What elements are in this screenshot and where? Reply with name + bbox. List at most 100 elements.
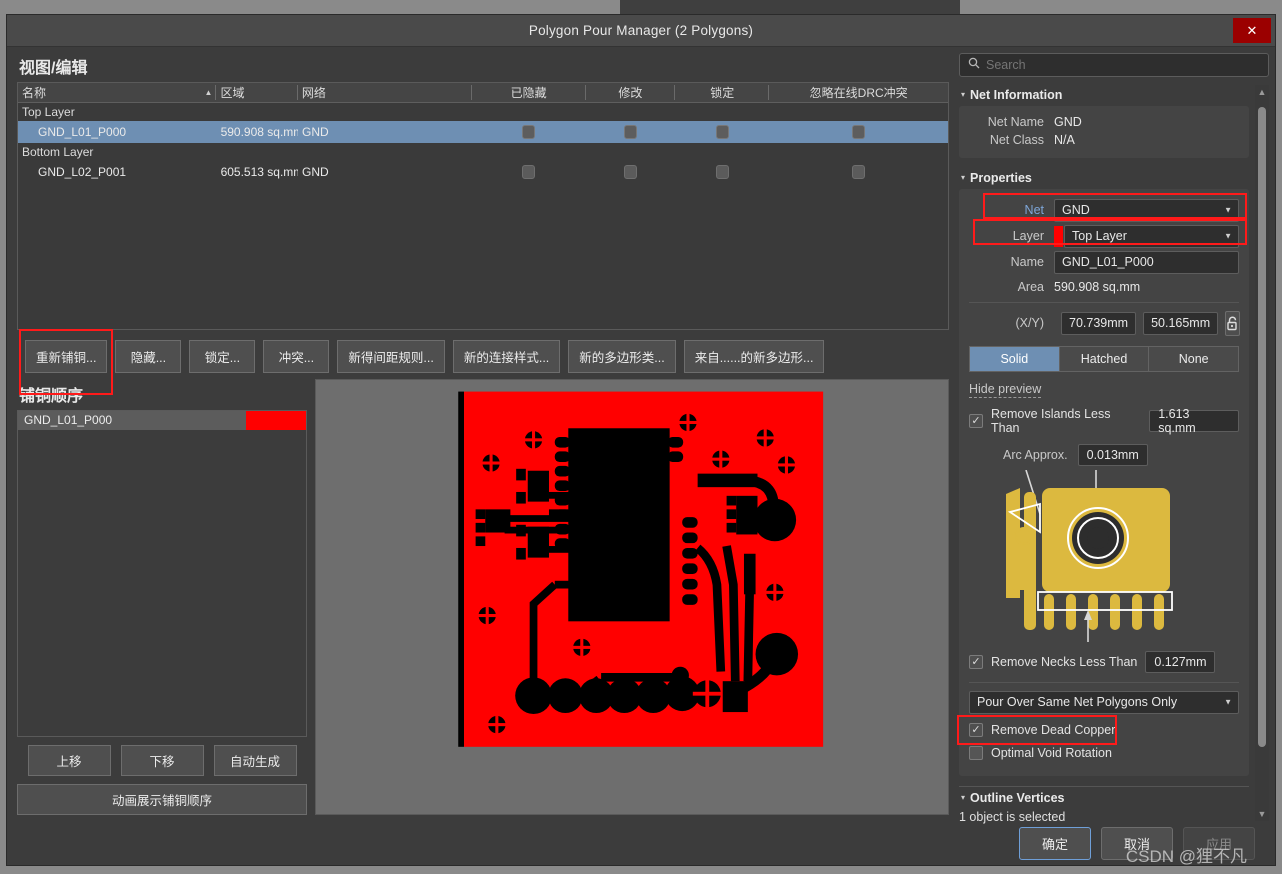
net-field-label: Net — [1024, 203, 1044, 218]
ok-button[interactable]: 确定 — [1019, 826, 1091, 860]
fill-mode-hatched[interactable]: Hatched — [1059, 345, 1150, 372]
fill-mode-segmented-control: Solid Hatched None — [969, 345, 1240, 372]
animate-pour-order-button[interactable]: 动画展示铺铜顺序 — [17, 784, 307, 815]
pour-order-list[interactable]: GND_L01_P000 — [17, 409, 307, 737]
row-net: GND — [301, 165, 329, 179]
name-input[interactable]: GND_L01_P000 — [1054, 250, 1239, 274]
properties-title: Properties — [970, 170, 1032, 185]
search-input[interactable] — [986, 57, 1260, 72]
net-information-header[interactable]: ▾ Net Information — [959, 85, 1249, 106]
dialog-title: Polygon Pour Manager (2 Polygons) — [528, 23, 754, 38]
row-locked-checkbox[interactable] — [715, 125, 729, 140]
row-modified-checkbox[interactable] — [623, 165, 637, 180]
remove-islands-row: ✓ Remove Islands Less Than 1.613 sq.mm — [969, 407, 1239, 435]
cancel-button[interactable]: 取消 — [1101, 826, 1173, 860]
net-dropdown[interactable]: GND ▼ — [1054, 198, 1239, 222]
list-item[interactable]: GND_L01_P000 — [18, 410, 306, 430]
column-header-modified[interactable]: 修改 — [584, 83, 675, 102]
table-row[interactable]: GND_L02_P001 605.513 sq.mm GND — [18, 161, 948, 183]
column-header-net[interactable]: 网络 — [296, 83, 472, 102]
search-icon — [968, 57, 980, 72]
row-modified-checkbox[interactable] — [623, 125, 637, 140]
fill-mode-none[interactable]: None — [1149, 345, 1240, 372]
new-polygon-class-button[interactable]: 新的多边形类... — [568, 339, 676, 373]
fill-mode-solid[interactable]: Solid — [969, 345, 1060, 372]
divider — [969, 681, 1239, 683]
dialog-body: 视图/编辑 名称 ▲ 区域 网络 已隐藏 修改 锁定 忽略在线DRC冲突 Top — [7, 47, 1275, 824]
net-information-card: Net Name GND Net Class N/A — [959, 105, 1249, 158]
right-panel-scroll-area: ▾ Net Information Net Name GND Net Class… — [957, 84, 1269, 824]
pcb-preview-pane[interactable] — [315, 378, 949, 815]
row-ignore-drc-checkbox[interactable] — [852, 125, 866, 140]
table-group-bottom-layer: Bottom Layer — [22, 145, 94, 159]
right-panel-content: ▾ Net Information Net Name GND Net Class… — [957, 85, 1253, 824]
row-name: GND_L01_P000 — [38, 125, 127, 139]
conflict-button[interactable]: 冲突... — [263, 339, 330, 373]
left-column: 视图/编辑 名称 ▲ 区域 网络 已隐藏 修改 锁定 忽略在线DRC冲突 Top — [7, 47, 955, 821]
x-coordinate-input[interactable]: 70.739mm — [1061, 311, 1137, 335]
properties-header[interactable]: ▾ Properties — [959, 168, 1249, 189]
net-name-value: GND — [1054, 114, 1082, 129]
arc-approx-input[interactable]: 0.013mm — [1077, 443, 1148, 466]
scroll-up-arrow[interactable]: ▲ — [1255, 85, 1269, 99]
repour-button-highlight: 重新铺铜... — [18, 328, 114, 395]
right-panel-scrollbar[interactable]: ▲ ▼ — [1255, 84, 1269, 821]
layer-dropdown[interactable]: Top Layer ▼ — [1064, 224, 1239, 248]
move-down-button[interactable]: 下移 — [120, 745, 204, 776]
area-row: Area 590.908 sq.mm — [969, 280, 1239, 294]
scrollbar-thumb[interactable] — [1258, 106, 1266, 747]
search-field-wrapper[interactable] — [959, 53, 1269, 77]
auto-generate-button[interactable]: 自动生成 — [213, 745, 297, 776]
column-header-locked[interactable]: 锁定 — [674, 83, 769, 102]
net-name-row: Net Name GND — [969, 115, 1239, 129]
close-icon: ✕ — [1246, 22, 1258, 38]
remove-dead-copper-checkbox[interactable]: ✓ — [969, 722, 983, 737]
close-button[interactable]: ✕ — [1233, 18, 1271, 43]
row-locked-checkbox[interactable] — [715, 165, 729, 180]
column-header-area[interactable]: 区域 — [215, 83, 297, 102]
remove-islands-checkbox[interactable]: ✓ — [969, 413, 983, 428]
y-coordinate-input[interactable]: 50.165mm — [1143, 311, 1219, 335]
net-name-label: Net Name — [987, 114, 1044, 129]
hide-preview-link[interactable]: Hide preview — [969, 382, 1042, 398]
remove-necks-input[interactable]: 0.127mm — [1145, 650, 1216, 673]
net-information-title: Net Information — [970, 87, 1063, 102]
remove-necks-checkbox[interactable]: ✓ — [969, 654, 983, 669]
polygon-table-body: Top Layer GND_L01_P000 590.908 sq.mm GND… — [18, 103, 948, 329]
outline-vertices-header[interactable]: ▾ Outline Vertices — [959, 785, 1249, 809]
polygon-action-buttons: 重新铺铜... 隐藏... 锁定... 冲突... 新得间距规则... 新的连接… — [17, 328, 949, 395]
remove-dead-copper-label: Remove Dead Copper — [991, 722, 1116, 737]
row-modified-cell — [586, 165, 675, 180]
new-polygon-from-button[interactable]: 来自......的新多边形... — [683, 339, 825, 373]
hide-button[interactable]: 隐藏... — [115, 339, 182, 373]
row-ignore-drc-checkbox[interactable] — [852, 165, 866, 180]
net-class-label: Net Class — [989, 132, 1044, 147]
column-header-name[interactable]: 名称 ▲ — [18, 83, 216, 102]
name-input-value: GND_L01_P000 — [1062, 255, 1154, 270]
new-clearance-rule-button[interactable]: 新得间距规则... — [337, 339, 445, 373]
remove-islands-input[interactable]: 1.613 sq.mm — [1149, 407, 1239, 435]
x-coordinate-value: 70.739mm — [1069, 316, 1129, 331]
net-dropdown-value: GND — [1062, 203, 1090, 218]
optimal-void-rotation-checkbox[interactable] — [969, 745, 983, 760]
unlock-icon[interactable] — [1225, 310, 1241, 336]
column-header-hidden[interactable]: 已隐藏 — [470, 83, 586, 102]
table-row[interactable]: GND_L01_P000 590.908 sq.mm GND — [18, 121, 948, 143]
lock-button[interactable]: 锁定... — [189, 339, 256, 373]
net-class-row: Net Class N/A — [969, 133, 1239, 147]
row-hidden-checkbox[interactable] — [522, 165, 536, 180]
divider — [969, 301, 1239, 303]
remove-islands-label: Remove Islands Less Than — [991, 406, 1111, 435]
move-up-button[interactable]: 上移 — [27, 745, 111, 776]
repour-button[interactable]: 重新铺铜... — [25, 339, 108, 373]
row-ignore-drc-cell — [769, 125, 948, 140]
scroll-down-arrow[interactable]: ▼ — [1255, 807, 1269, 821]
pour-order-panel: 铺铜顺序 GND_L01_P000 上移 下移 自动生成 动画展示铺铜顺序 — [17, 379, 307, 815]
view-edit-title: 视图/编辑 — [19, 60, 88, 77]
pour-over-dropdown[interactable]: Pour Over Same Net Polygons Only ▼ — [969, 690, 1239, 714]
layer-field-label: Layer — [1012, 229, 1044, 244]
column-header-ignore-drc[interactable]: 忽略在线DRC冲突 — [768, 83, 948, 102]
new-connect-style-button[interactable]: 新的连接样式... — [452, 339, 561, 373]
row-hidden-checkbox[interactable] — [522, 125, 536, 140]
remove-necks-label: Remove Necks Less Than — [991, 654, 1138, 669]
